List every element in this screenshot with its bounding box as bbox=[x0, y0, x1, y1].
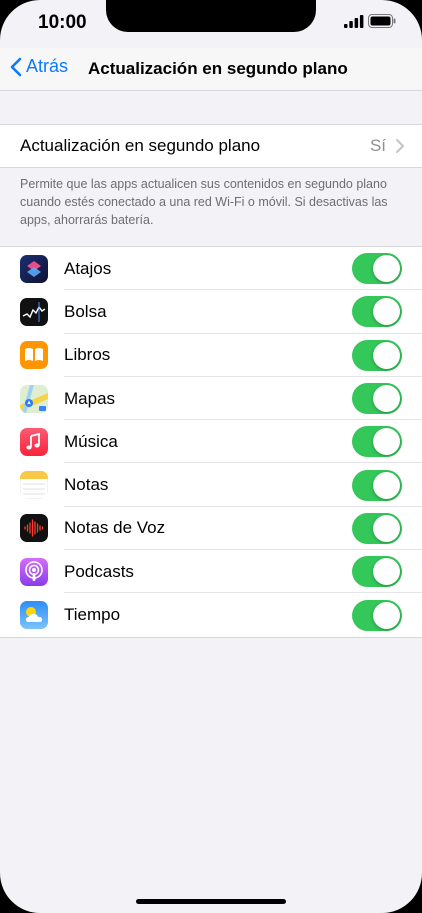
background-refresh-label: Actualización en segundo plano bbox=[20, 136, 261, 155]
app-label: Tiempo bbox=[64, 605, 121, 625]
notas-de-voz-toggle[interactable] bbox=[352, 512, 402, 544]
background-refresh-row[interactable]: Actualización en segundo plano Sí bbox=[0, 125, 422, 167]
chevron-right-icon bbox=[396, 139, 404, 153]
battery-icon bbox=[368, 14, 396, 28]
notas-toggle[interactable] bbox=[352, 469, 402, 501]
stocks-icon bbox=[20, 297, 48, 326]
list-item: Atajos bbox=[0, 247, 422, 291]
home-indicator[interactable] bbox=[136, 899, 286, 904]
notes-icon bbox=[20, 471, 48, 500]
maps-icon bbox=[20, 384, 48, 413]
status-bar: 10:00 bbox=[0, 0, 422, 48]
app-label: Podcasts bbox=[64, 561, 134, 581]
shortcuts-icon bbox=[20, 254, 48, 283]
app-label: Bolsa bbox=[64, 301, 107, 321]
atajos-toggle[interactable] bbox=[352, 253, 402, 285]
list-item: Bolsa bbox=[0, 290, 422, 334]
app-list: Atajos Bolsa Libros Mapas Música Notas N… bbox=[0, 246, 422, 638]
list-item: Música bbox=[0, 420, 422, 464]
voice-memos-icon bbox=[20, 514, 48, 543]
status-time: 10:00 bbox=[38, 12, 87, 33]
app-label: Música bbox=[64, 431, 118, 451]
list-item: Podcasts bbox=[0, 550, 422, 594]
app-label: Mapas bbox=[64, 388, 116, 408]
list-item: Libros bbox=[0, 334, 422, 377]
back-button[interactable]: Atrás bbox=[10, 56, 68, 77]
podcasts-toggle[interactable] bbox=[352, 556, 402, 588]
music-icon bbox=[20, 427, 48, 456]
cellular-signal-icon bbox=[344, 15, 364, 28]
navigation-bar: Atrás Actualización en segundo plano bbox=[0, 48, 422, 91]
app-label: Notas bbox=[64, 475, 109, 495]
list-item: Mapas bbox=[0, 377, 422, 421]
libros-toggle[interactable] bbox=[352, 339, 402, 371]
background-refresh-value-text: Sí bbox=[369, 136, 386, 155]
list-item: Notas de Voz bbox=[0, 507, 422, 551]
weather-icon bbox=[20, 601, 48, 630]
bolsa-toggle[interactable] bbox=[352, 296, 402, 328]
page-title: Actualización en segundo plano bbox=[88, 59, 348, 78]
mapas-toggle[interactable] bbox=[352, 383, 402, 415]
books-icon bbox=[20, 341, 48, 370]
tiempo-toggle[interactable] bbox=[352, 599, 402, 631]
musica-toggle[interactable] bbox=[352, 426, 402, 458]
background-refresh-value: Sí bbox=[370, 136, 404, 156]
list-item: Notas bbox=[0, 463, 422, 507]
podcasts-icon bbox=[20, 557, 48, 586]
back-label: Atrás bbox=[26, 56, 69, 76]
app-label: Libros bbox=[64, 345, 111, 365]
app-label: Atajos bbox=[64, 258, 112, 278]
app-label: Notas de Voz bbox=[64, 518, 166, 538]
chevron-left-icon bbox=[10, 57, 22, 76]
footer-description: Permite que las apps actualicen sus cont… bbox=[20, 177, 388, 227]
list-item: Tiempo bbox=[0, 593, 422, 636]
phone-screen: 10:00 Atrás Actualización en segundo pla… bbox=[0, 0, 422, 913]
notch bbox=[106, 0, 316, 32]
main-setting-group: Actualización en segundo plano Sí bbox=[0, 124, 422, 168]
